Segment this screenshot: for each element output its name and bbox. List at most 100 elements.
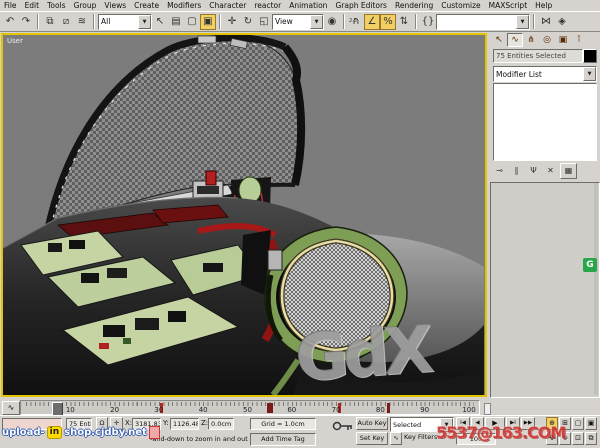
- go-to-start-icon[interactable]: I◀: [456, 417, 470, 430]
- time-slider-handle[interactable]: [52, 402, 63, 416]
- current-time-field[interactable]: 100: [456, 433, 496, 445]
- mirror-icon[interactable]: ⋈: [538, 14, 554, 30]
- select-by-name-icon[interactable]: ▤: [168, 14, 184, 30]
- snap-toggle-icon[interactable]: 2.5∩: [348, 14, 364, 30]
- menu-item-maxscript[interactable]: MAXScript: [485, 1, 532, 10]
- zoom-icon[interactable]: ⊕: [546, 417, 558, 430]
- viewport-label[interactable]: User: [7, 37, 23, 45]
- percent-snap-icon[interactable]: %: [380, 14, 396, 30]
- selection-filter-dropdown[interactable]: All ▼: [98, 14, 152, 30]
- go-to-end-icon[interactable]: ▶▶: [521, 417, 535, 430]
- select-link-icon[interactable]: ⧉: [42, 14, 58, 30]
- undo-icon[interactable]: ↶: [2, 14, 18, 30]
- next-frame-icon[interactable]: ▶I: [506, 417, 520, 430]
- zoom-extents-all-icon[interactable]: ▣: [585, 417, 597, 430]
- scale-icon[interactable]: ◱: [256, 14, 272, 30]
- dropdown-arrow-icon[interactable]: ▼: [516, 15, 529, 29]
- menu-item-help[interactable]: Help: [531, 1, 556, 10]
- add-time-tag[interactable]: Add Time Tag: [250, 433, 316, 446]
- select-object-icon[interactable]: ↖: [152, 14, 168, 30]
- dropdown-arrow-icon[interactable]: ▼: [138, 15, 151, 29]
- viewport-user[interactable]: User: [1, 33, 487, 397]
- use-pivot-center-icon[interactable]: ◉: [324, 14, 340, 30]
- modifier-stack-list[interactable]: [493, 83, 597, 161]
- menu-item-edit[interactable]: Edit: [21, 1, 44, 10]
- dropdown-arrow-icon[interactable]: ▼: [583, 67, 596, 81]
- window-crossing-icon[interactable]: ▣: [200, 14, 216, 30]
- set-key-button[interactable]: Set Key: [356, 432, 388, 445]
- spinner-snap-icon[interactable]: ⇅: [396, 14, 412, 30]
- remove-modifier-icon[interactable]: ✕: [543, 164, 558, 178]
- auto-key-button[interactable]: Auto Key: [356, 417, 388, 430]
- menu-item-modifiers[interactable]: Modifiers: [163, 1, 205, 10]
- key-mode-toggle-icon[interactable]: ∿: [390, 432, 402, 445]
- menu-item-group[interactable]: Group: [70, 1, 101, 10]
- absolute-mode-icon[interactable]: ✛: [110, 417, 123, 430]
- zoom-all-icon[interactable]: ⊞: [559, 417, 571, 430]
- menu-item-character[interactable]: Character: [205, 1, 250, 10]
- make-unique-icon[interactable]: Ψ: [526, 164, 541, 178]
- angle-snap-icon[interactable]: ∠: [364, 14, 380, 30]
- selection-lock-icon[interactable]: Ω: [96, 417, 108, 430]
- key-mode-dropdown[interactable]: Selected ▼: [390, 417, 454, 432]
- keyboard-shortcut-toggle-icon[interactable]: {}: [420, 14, 436, 30]
- menu-item-animation[interactable]: Animation: [285, 1, 331, 10]
- keyframe-marker[interactable]: [484, 403, 491, 415]
- menu-item-views[interactable]: Views: [100, 1, 130, 10]
- move-icon[interactable]: ✛: [224, 14, 240, 30]
- menu-item-tools[interactable]: Tools: [43, 1, 69, 10]
- create-tab-icon[interactable]: ↖: [491, 33, 507, 47]
- maxscript-mini-listener[interactable]: [2, 418, 62, 430]
- track-bar: ∿ 102030405060708090100: [0, 400, 489, 415]
- show-end-result-icon[interactable]: ∥: [509, 164, 524, 178]
- x-coordinate-field[interactable]: 3181.8345: [132, 418, 161, 430]
- key-filters-button[interactable]: Key Filters...: [404, 432, 452, 445]
- z-coordinate-field[interactable]: 0.0cm: [208, 418, 234, 430]
- selection-region-icon[interactable]: ▢: [184, 14, 200, 30]
- keyframe-marker[interactable]: [267, 403, 273, 413]
- reference-coordinate-dropdown[interactable]: View ▼: [272, 14, 324, 30]
- selection-name-field[interactable]: 75 Entities Selected: [493, 49, 583, 63]
- viewport-3d-scene[interactable]: [3, 35, 485, 395]
- play-icon[interactable]: ▶: [485, 417, 505, 430]
- bind-spacewarp-icon[interactable]: ≋: [74, 14, 90, 30]
- ruler-tick-20: 20: [110, 406, 119, 414]
- rollout-scrollbar[interactable]: [594, 183, 598, 395]
- y-coordinate-field[interactable]: 1126.4859: [170, 418, 199, 430]
- previous-frame-icon[interactable]: ◀: [471, 417, 484, 430]
- toolbar-separator: [219, 14, 221, 29]
- modify-tab-icon[interactable]: ∿: [507, 33, 523, 47]
- named-selection-dropdown[interactable]: ▼: [436, 14, 530, 30]
- menu-item-create[interactable]: Create: [130, 1, 163, 10]
- menu-item-rendering[interactable]: Rendering: [391, 1, 437, 10]
- modifier-stack-buttons: ⊸ ∥ Ψ ✕ ▦: [492, 163, 598, 179]
- menu-item-customize[interactable]: Customize: [437, 1, 484, 10]
- min-max-toggle-icon[interactable]: ⧉: [585, 432, 597, 445]
- pan-icon[interactable]: ✥: [546, 432, 558, 445]
- toolbar-separator: [533, 14, 535, 29]
- display-tab-icon[interactable]: ▣: [555, 33, 571, 47]
- keyframe-marker[interactable]: [387, 403, 390, 413]
- configure-modifier-sets-icon[interactable]: ▦: [560, 163, 577, 179]
- zoom-extents-icon[interactable]: ▢: [572, 417, 584, 430]
- arc-rotate-icon[interactable]: ↻: [559, 432, 571, 445]
- region-zoom-icon[interactable]: ⊡: [572, 432, 584, 445]
- hierarchy-tab-icon[interactable]: ⋔: [523, 33, 539, 47]
- mini-curve-editor-icon[interactable]: ∿: [2, 401, 20, 415]
- modifier-list-dropdown[interactable]: Modifier List ▼: [493, 66, 597, 82]
- dropdown-arrow-icon[interactable]: ▼: [310, 15, 323, 29]
- menu-item-graph-editors[interactable]: Graph Editors: [331, 1, 391, 10]
- pin-stack-icon[interactable]: ⊸: [492, 164, 507, 178]
- motion-tab-icon[interactable]: ◎: [539, 33, 555, 47]
- unlink-icon[interactable]: ⧄: [58, 14, 74, 30]
- utilities-tab-icon[interactable]: ⊺: [571, 33, 587, 47]
- reference-coordinate-value: View: [273, 17, 310, 26]
- time-ruler[interactable]: 102030405060708090100: [20, 400, 480, 415]
- redo-icon[interactable]: ↷: [18, 14, 34, 30]
- dropdown-arrow-icon[interactable]: ▼: [440, 418, 453, 432]
- rotate-icon[interactable]: ↻: [240, 14, 256, 30]
- align-icon[interactable]: ◈: [554, 14, 570, 30]
- object-color-swatch[interactable]: [583, 49, 597, 63]
- menu-item-reactor[interactable]: reactor: [250, 1, 285, 10]
- menu-item-file[interactable]: File: [0, 1, 21, 10]
